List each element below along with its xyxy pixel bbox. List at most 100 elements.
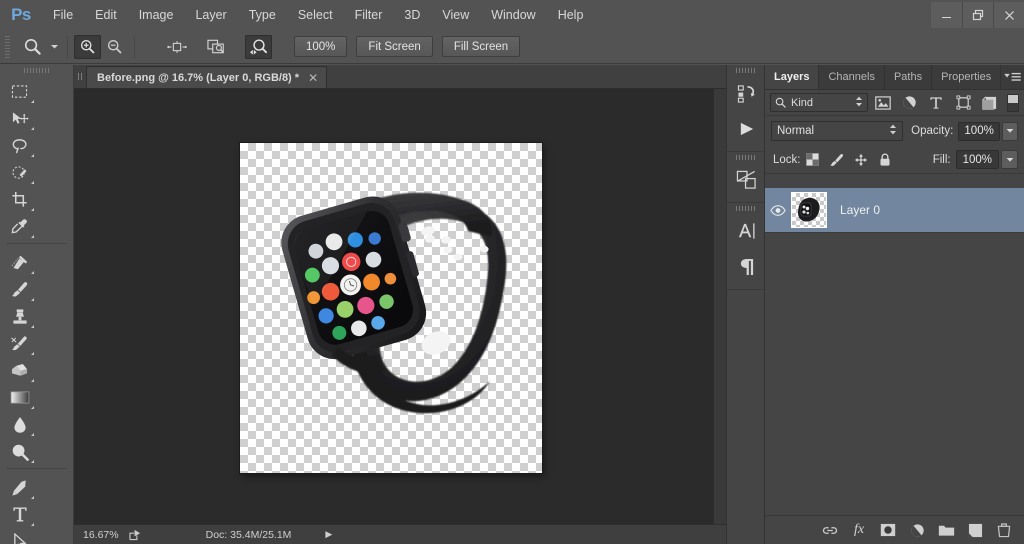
fill-slider-button[interactable] [1001, 150, 1018, 169]
menu-filter[interactable]: Filter [344, 0, 394, 30]
fill-screen-button[interactable]: Fill Screen [441, 36, 521, 57]
menu-edit[interactable]: Edit [84, 0, 128, 30]
minimize-button[interactable] [931, 2, 962, 28]
zoom-out-button[interactable] [101, 35, 128, 59]
layer-thumbnail[interactable] [791, 192, 827, 228]
fit-screen-button[interactable]: Fit Screen [356, 36, 433, 57]
spot-healing-brush-tool[interactable] [2, 249, 37, 276]
filter-pixel-layers-button[interactable] [871, 92, 895, 113]
panel-menu-button[interactable] [1001, 65, 1024, 89]
menu-select[interactable]: Select [287, 0, 344, 30]
layer-list[interactable]: Layer 0 [765, 188, 1024, 515]
gradient-icon [10, 391, 29, 404]
blur-tool[interactable] [2, 411, 37, 438]
lasso-tool[interactable] [2, 132, 37, 159]
dock-grip[interactable] [727, 152, 764, 162]
blend-mode-select[interactable]: Normal [771, 121, 904, 141]
new-adjustment-layer-button[interactable] [903, 517, 931, 543]
history-brush-tool[interactable] [2, 330, 37, 357]
menu-window[interactable]: Window [480, 0, 546, 30]
adjustments-panel-icon-button[interactable] [727, 162, 766, 198]
zoom-in-button[interactable] [74, 34, 101, 59]
tools-panel-grip[interactable] [0, 65, 73, 76]
options-bar-grip[interactable] [3, 35, 12, 58]
filter-smart-objects-button[interactable] [978, 92, 1002, 113]
layer-row[interactable]: Layer 0 [765, 188, 1024, 233]
link-layers-button[interactable] [816, 517, 844, 543]
menu-type[interactable]: Type [238, 0, 287, 30]
restore-button[interactable] [962, 2, 993, 28]
paragraph-panel-icon-button[interactable] [727, 249, 766, 285]
scrubby-zoom-button[interactable] [245, 34, 272, 59]
brush-tool[interactable] [2, 276, 37, 303]
close-button[interactable] [993, 2, 1024, 28]
character-panel-icon-button[interactable] [727, 213, 766, 249]
filter-type-layers-button[interactable] [924, 92, 948, 113]
lock-transparent-pixels-button[interactable] [801, 149, 825, 171]
artboard[interactable] [240, 143, 542, 473]
lock-all-button[interactable] [873, 149, 897, 171]
layer-visibility-toggle[interactable] [765, 188, 791, 233]
pen-tool[interactable] [2, 474, 37, 501]
clone-stamp-tool[interactable] [2, 303, 37, 330]
canvas-vertical-scrollbar[interactable] [713, 89, 726, 524]
tab-strip-grip[interactable] [74, 64, 86, 88]
menu-image[interactable]: Image [128, 0, 185, 30]
tab-properties[interactable]: Properties [932, 65, 1002, 89]
add-layer-mask-button[interactable] [874, 517, 902, 543]
adjustments-icon [736, 170, 756, 189]
horizontal-type-tool[interactable] [2, 501, 37, 528]
path-selection-tool[interactable] [2, 528, 37, 544]
filter-kind-select[interactable]: Kind [770, 93, 868, 112]
opacity-slider-button[interactable] [1001, 121, 1018, 141]
actions-panel-icon-button[interactable] [727, 111, 766, 147]
delete-layer-button[interactable] [990, 517, 1018, 543]
filter-enable-toggle[interactable] [1007, 93, 1019, 112]
flyout-indicator [31, 523, 34, 526]
filter-adjustment-layers-button[interactable] [897, 92, 921, 113]
lock-image-pixels-button[interactable] [825, 149, 849, 171]
opacity-label: Opacity: [911, 125, 954, 137]
menu-file[interactable]: File [42, 0, 84, 30]
status-expand-button[interactable]: ▶ [325, 529, 332, 540]
dock-grip[interactable] [727, 65, 764, 75]
filter-shape-layers-button[interactable] [951, 92, 975, 113]
zoom-level[interactable]: 16.67% [74, 529, 126, 541]
character-icon [738, 223, 755, 239]
history-panel-icon-button[interactable] [727, 75, 766, 111]
zoom-all-windows-button[interactable] [204, 35, 231, 59]
tool-preset-picker[interactable] [47, 33, 61, 61]
canvas-area[interactable] [74, 89, 726, 524]
flyout-indicator [31, 154, 34, 157]
lock-position-button[interactable] [849, 149, 873, 171]
share-button[interactable] [126, 529, 146, 541]
gradient-tool[interactable] [2, 384, 37, 411]
menu-3d[interactable]: 3D [393, 0, 431, 30]
opacity-value[interactable]: 100% [958, 121, 1000, 141]
eyedropper-tool[interactable] [2, 213, 37, 240]
menu-help[interactable]: Help [547, 0, 595, 30]
new-layer-button[interactable] [961, 517, 989, 543]
resize-windows-to-fit-button[interactable] [163, 35, 190, 59]
zoom-100-button[interactable]: 100% [294, 36, 348, 57]
tab-channels[interactable]: Channels [819, 65, 885, 89]
dock-grip[interactable] [727, 203, 764, 213]
tab-layers[interactable]: Layers [765, 65, 820, 89]
crop-tool[interactable] [2, 186, 37, 213]
close-document-button[interactable]: ✕ [308, 71, 318, 85]
move-tool[interactable] [2, 105, 37, 132]
quick-selection-tool[interactable] [2, 159, 37, 186]
menu-layer[interactable]: Layer [184, 0, 237, 30]
menu-view[interactable]: View [431, 0, 480, 30]
new-group-button[interactable] [932, 517, 960, 543]
tab-paths[interactable]: Paths [885, 65, 933, 89]
layer-style-button[interactable]: fx [845, 517, 873, 543]
dodge-tool[interactable] [2, 438, 37, 465]
fill-value[interactable]: 100% [955, 150, 999, 169]
layer-name[interactable]: Layer 0 [840, 203, 880, 217]
rectangular-marquee-tool[interactable] [2, 78, 37, 105]
eraser-tool[interactable] [2, 357, 37, 384]
share-icon [129, 529, 141, 540]
active-tool-preset[interactable] [17, 32, 47, 62]
document-tab[interactable]: Before.png @ 16.7% (Layer 0, RGB/8) * ✕ [86, 66, 328, 88]
